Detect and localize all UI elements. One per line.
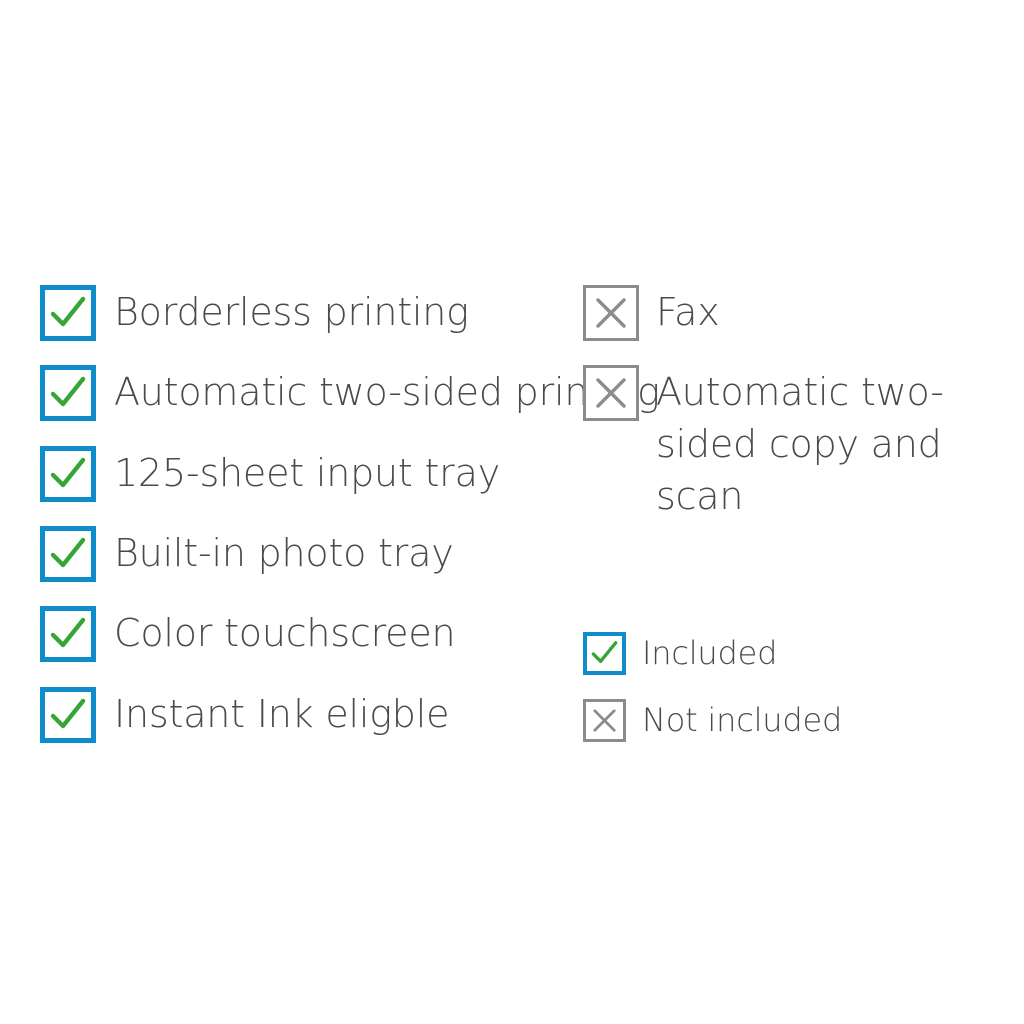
included-checkbox-icon [40, 606, 96, 662]
legend-label: Included [642, 634, 778, 672]
legend-item-included: Included [583, 632, 777, 675]
legend-item-not-included: Not included [583, 699, 842, 742]
included-checkbox-icon [40, 446, 96, 502]
feature-item-automatic-two-sided-printing: Automatic two-sided printing [40, 365, 660, 421]
feature-item-borderless-printing: Borderless printing [40, 285, 469, 341]
feature-label: Color touchscreen [114, 611, 456, 655]
feature-item-color-touchscreen: Color touchscreen [40, 606, 456, 662]
feature-item-automatic-two-sided-copy-and-scan: Automatic two-sided copy and scan [583, 365, 1001, 522]
feature-label: Automatic two-sided printing [114, 370, 660, 414]
feature-label: Fax [656, 290, 720, 334]
feature-label: Built-in photo tray [114, 531, 454, 575]
not-included-cross-icon [583, 365, 639, 421]
feature-item-fax: Fax [583, 285, 720, 341]
feature-label: Automatic two-sided copy and scan [656, 370, 944, 518]
included-checkbox-icon [40, 687, 96, 743]
included-checkbox-icon [583, 632, 626, 675]
not-included-cross-icon [583, 285, 639, 341]
included-checkbox-icon [40, 365, 96, 421]
feature-comparison-sheet: Borderless printing Automatic two-sided … [0, 0, 1024, 1024]
feature-item-125-sheet-input-tray: 125-sheet input tray [40, 446, 500, 502]
legend-label: Not included [642, 701, 843, 739]
included-checkbox-icon [40, 285, 96, 341]
feature-label: Borderless printing [114, 290, 469, 334]
feature-label: Instant Ink eligble [114, 692, 450, 736]
not-included-cross-icon [583, 699, 626, 742]
feature-item-instant-ink-eligble: Instant Ink eligble [40, 687, 449, 743]
feature-item-built-in-photo-tray: Built-in photo tray [40, 526, 454, 582]
included-checkbox-icon [40, 526, 96, 582]
feature-label: 125-sheet input tray [114, 451, 500, 495]
